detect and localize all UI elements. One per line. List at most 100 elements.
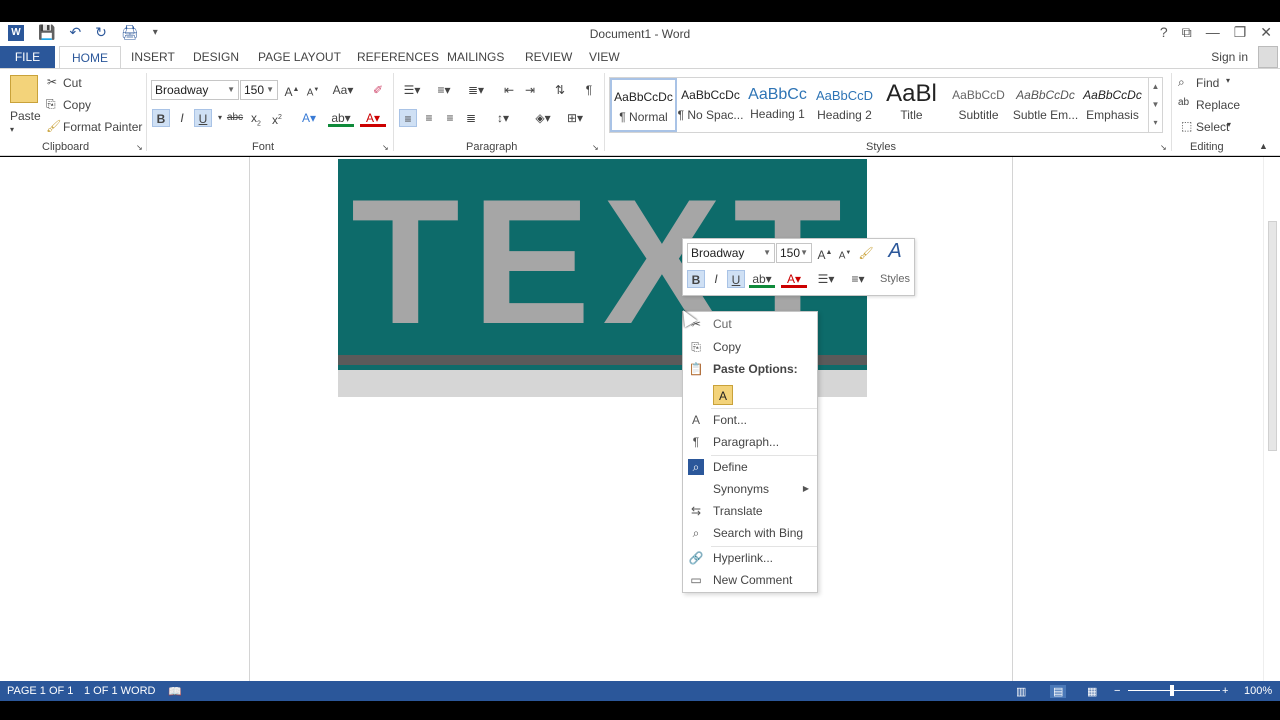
tab-mailings[interactable]: MAILINGS [435, 46, 516, 68]
numbering-icon[interactable]: ≡▾ [431, 81, 457, 99]
vertical-scrollbar[interactable] [1263, 157, 1280, 681]
zoom-level[interactable]: 100% [1244, 685, 1272, 697]
sign-in-link[interactable]: Sign in [1211, 50, 1248, 64]
menu-item-font[interactable]: A Font... [683, 409, 817, 431]
font-name-combo[interactable]: Broadway ▼ [151, 80, 239, 100]
clipboard-launcher-icon[interactable]: ↘ [136, 143, 143, 152]
chevron-up-icon[interactable]: ▲ [1149, 78, 1162, 96]
mini-format-painter-icon[interactable]: 🖌 [857, 244, 875, 262]
mini-numbering-icon[interactable]: ≡▾ [845, 270, 871, 288]
document-canvas[interactable]: TEXT [0, 157, 1280, 681]
menu-item-copy[interactable]: ⎘ Copy [683, 336, 817, 358]
scrollbar-thumb[interactable] [1268, 221, 1277, 451]
multilevel-list-icon[interactable]: ≣▾ [463, 81, 489, 99]
read-mode-icon[interactable]: ▥ [1016, 685, 1026, 698]
mini-underline-icon[interactable]: U [727, 270, 745, 288]
menu-item-cut[interactable]: ✂ Cut [683, 313, 817, 335]
zoom-slider[interactable] [1128, 690, 1220, 691]
font-launcher-icon[interactable]: ↘ [382, 143, 389, 152]
style-normal[interactable]: AaBbCcDc ¶ Normal [610, 78, 677, 132]
subscript-icon[interactable]: x2 [247, 109, 265, 127]
tab-review[interactable]: REVIEW [513, 46, 584, 68]
menu-item-paragraph[interactable]: ¶ Paragraph... [683, 431, 817, 453]
mini-italic-icon[interactable]: I [707, 270, 725, 288]
style-subtle-emphasis[interactable]: AaBbCcDc Subtle Em... [1012, 78, 1079, 132]
mini-styles-icon[interactable]: A [881, 241, 909, 266]
mini-highlight-icon[interactable]: ab▾ [749, 270, 775, 288]
borders-icon[interactable]: ⊞▾ [562, 109, 588, 127]
select-dropdown-icon[interactable]: ▾ [1227, 120, 1231, 129]
mini-bold-icon[interactable]: B [687, 270, 705, 288]
bold-icon[interactable]: B [152, 109, 170, 127]
line-spacing-icon[interactable]: ↕▾ [490, 109, 516, 127]
bullets-icon[interactable]: ☰▾ [399, 81, 425, 99]
menu-item-search-bing[interactable]: ⌕ Search with Bing [683, 522, 817, 544]
styles-gallery-scroll[interactable]: ▲ ▼ ▾ [1149, 77, 1163, 133]
copy-button[interactable]: Copy [63, 98, 91, 112]
align-right-icon[interactable]: ≡ [441, 109, 459, 127]
clear-formatting-icon[interactable]: ✐ [369, 81, 387, 99]
show-hide-marks-icon[interactable]: ¶ [580, 81, 598, 99]
styles-launcher-icon[interactable]: ↘ [1160, 143, 1167, 152]
page-count[interactable]: PAGE 1 OF 1 [7, 685, 73, 697]
mini-grow-font-icon[interactable]: A▲ [816, 244, 834, 262]
collapse-ribbon-icon[interactable]: ▲ [1259, 141, 1268, 151]
text-effects-icon[interactable]: A▾ [296, 109, 322, 127]
decrease-indent-icon[interactable]: ⇤ [500, 81, 518, 99]
paste-icon[interactable] [10, 75, 38, 103]
change-case-icon[interactable]: Aa▾ [330, 81, 356, 99]
replace-button[interactable]: Replace [1196, 98, 1240, 112]
italic-icon[interactable]: I [173, 109, 191, 127]
help-icon[interactable]: ? [1160, 24, 1168, 41]
mini-font-color-icon[interactable]: A▾ [781, 270, 807, 288]
tab-page-layout[interactable]: PAGE LAYOUT [246, 46, 353, 68]
increase-indent-icon[interactable]: ⇥ [521, 81, 539, 99]
shrink-font-icon[interactable]: A▼ [304, 81, 322, 99]
web-layout-icon[interactable]: ▦ [1087, 685, 1097, 698]
strikethrough-icon[interactable]: abc [226, 109, 244, 127]
sort-icon[interactable]: ⇅ [551, 81, 569, 99]
font-size-combo[interactable]: 150 ▼ [240, 80, 278, 100]
mini-font-name-combo[interactable]: Broadway ▼ [687, 243, 775, 263]
menu-item-translate[interactable]: ⇆ Translate [683, 500, 817, 522]
align-center-icon[interactable]: ≡ [420, 109, 438, 127]
zoom-out-icon[interactable]: − [1114, 685, 1120, 697]
zoom-in-icon[interactable]: + [1222, 685, 1228, 697]
restore-icon[interactable]: ❐ [1234, 24, 1247, 41]
tab-home[interactable]: HOME [59, 46, 121, 68]
menu-item-define[interactable]: ⌕ Define [683, 456, 817, 478]
cut-button[interactable]: Cut [63, 76, 82, 90]
style-heading-2[interactable]: AaBbCcD Heading 2 [811, 78, 878, 132]
tab-insert[interactable]: INSERT [119, 46, 187, 68]
style-title[interactable]: AaBl Title [878, 78, 945, 132]
superscript-icon[interactable]: x2 [268, 109, 286, 127]
ribbon-display-options-icon[interactable]: ⧉ [1182, 24, 1192, 41]
highlight-color-icon[interactable]: ab▾ [328, 109, 354, 127]
style-heading-1[interactable]: AaBbCc Heading 1 [744, 78, 811, 132]
word-count[interactable]: 1 OF 1 WORD [84, 685, 156, 697]
keep-text-only-icon[interactable]: A [713, 385, 733, 405]
paste-dropdown-icon[interactable]: ▾ [10, 125, 14, 134]
close-icon[interactable]: ✕ [1260, 24, 1272, 41]
zoom-slider-thumb[interactable] [1170, 685, 1174, 696]
mini-shrink-font-icon[interactable]: A▼ [836, 244, 854, 262]
paste-keep-text-only[interactable]: A [683, 382, 817, 408]
avatar[interactable] [1258, 46, 1278, 68]
chevron-down-icon[interactable]: ▼ [1149, 96, 1162, 114]
mini-styles-label[interactable]: Styles [880, 273, 910, 285]
shading-icon[interactable]: ◈▾ [530, 109, 556, 127]
font-color-icon[interactable]: A▾ [360, 109, 386, 127]
justify-icon[interactable]: ≣ [462, 109, 480, 127]
style-subtitle[interactable]: AaBbCcD Subtitle [945, 78, 1012, 132]
find-button[interactable]: Find [1196, 76, 1219, 90]
proofing-icon[interactable]: 📖 [168, 685, 182, 698]
grow-font-icon[interactable]: A▲ [283, 81, 301, 99]
minimize-icon[interactable]: — [1206, 24, 1220, 41]
tab-design[interactable]: DESIGN [181, 46, 251, 68]
more-styles-icon[interactable]: ▾ [1149, 114, 1162, 132]
print-layout-icon[interactable]: ▤ [1050, 685, 1067, 698]
menu-item-new-comment[interactable]: ▭ New Comment [683, 569, 817, 591]
menu-item-synonyms[interactable]: Synonyms ▶ [683, 478, 817, 500]
select-button[interactable]: Select [1196, 120, 1229, 134]
mini-bullets-icon[interactable]: ☰▾ [813, 270, 839, 288]
